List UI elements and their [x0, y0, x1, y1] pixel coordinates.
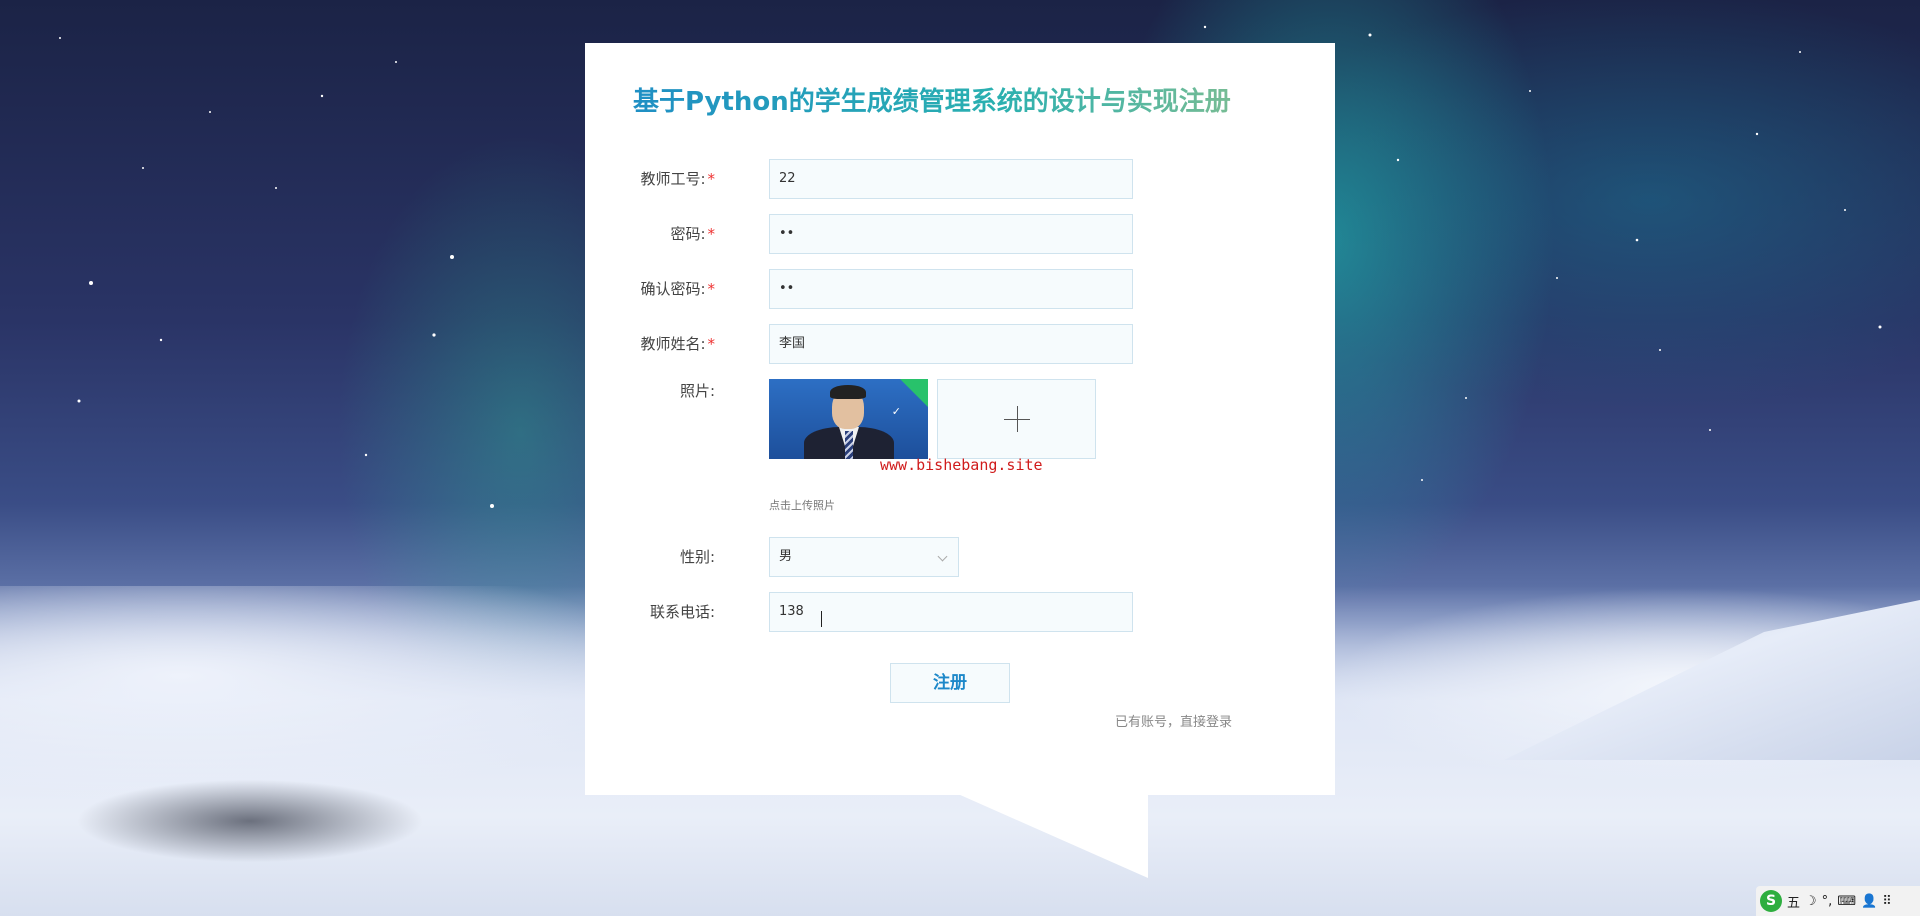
keyboard-icon[interactable]: ⌨ [1837, 894, 1856, 909]
punctuation-icon[interactable]: °, [1822, 894, 1833, 909]
field-label: 确认密码: * [640, 280, 716, 298]
field-label: 教师姓名: * [640, 335, 716, 353]
rock-patch [20, 766, 480, 876]
photo-upload-button[interactable] [937, 379, 1096, 459]
user-icon[interactable]: 👤 [1861, 894, 1877, 909]
grid-icon[interactable]: ⠿ [1882, 894, 1892, 909]
page-title: 基于Python的学生成绩管理系统的设计与实现注册 [633, 81, 1293, 118]
teacher-name-input[interactable]: 李国 [769, 324, 1133, 364]
field-label: 密码: * [670, 225, 716, 243]
text-cursor-icon [821, 611, 829, 627]
confirm-password-input[interactable]: •• [769, 269, 1133, 309]
upload-hint: 点击上传照片 [769, 499, 835, 512]
uploaded-photo-thumbnail[interactable]: ✓ [769, 379, 928, 459]
site-watermark: www.bishebang.site [880, 456, 1043, 474]
gender-label: 性别: [679, 548, 715, 566]
phone-label: 联系电话: [649, 603, 715, 621]
gender-value: 男 [779, 549, 793, 564]
register-button[interactable]: 注册 [890, 663, 1010, 703]
ime-tray: S 五 ☽ °, ⌨ 👤 ⠿ [1756, 886, 1920, 916]
login-link[interactable]: 已有账号，直接登录 [1115, 711, 1232, 730]
field-teacher-name: 教师姓名: * 李国 [585, 324, 1335, 364]
photo-label: 照片: [679, 382, 715, 400]
required-mark: * [707, 280, 716, 298]
field-gender: 性别: 男 [585, 537, 1335, 577]
required-mark: * [707, 225, 716, 243]
field-teacher-id: 教师工号: * 22 [585, 159, 1335, 199]
field-confirm-password: 确认密码: * •• [585, 269, 1335, 309]
register-card: 基于Python的学生成绩管理系统的设计与实现注册 教师工号: * 22 密码: *… [585, 43, 1335, 795]
chevron-down-icon [937, 551, 948, 562]
field-phone: 联系电话: 138 [585, 592, 1335, 632]
sogou-logo-icon[interactable]: S [1760, 890, 1782, 912]
required-mark: * [707, 335, 716, 353]
field-password: 密码: * •• [585, 214, 1335, 254]
field-photo: 照片: ✓ [585, 379, 1335, 459]
portrait-tie [845, 431, 853, 459]
moon-icon[interactable]: ☽ [1805, 894, 1817, 909]
password-input[interactable]: •• [769, 214, 1133, 254]
tray-input-mode[interactable]: 五 [1787, 892, 1800, 911]
required-mark: * [707, 170, 716, 188]
field-label: 教师工号: * [640, 170, 716, 188]
upload-success-corner [900, 379, 928, 407]
portrait-hair [830, 385, 866, 399]
gender-select[interactable]: 男 [769, 537, 959, 577]
check-icon: ✓ [891, 405, 901, 418]
teacher-id-input[interactable]: 22 [769, 159, 1133, 199]
